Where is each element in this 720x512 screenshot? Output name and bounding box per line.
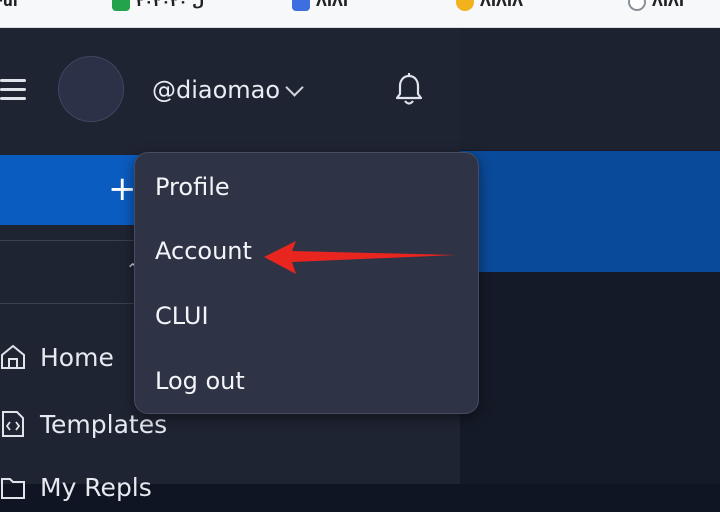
bookmark-label: Ful <box>0 0 18 10</box>
bookmark-item[interactable]: ل ٢٠٢٠٢٠ <box>112 0 204 11</box>
main-topbar <box>460 28 720 150</box>
bookmark-item[interactable]: ΛΙΛΙ <box>628 0 684 11</box>
bookmark-label: ΛΙΛΙ <box>316 0 349 10</box>
menu-item-account[interactable]: Account <box>155 237 252 265</box>
sidebar-item-home[interactable]: Home <box>0 332 114 382</box>
bookmark-favicon-icon <box>456 0 474 11</box>
username-label: @diaomao <box>152 76 281 104</box>
sidebar-item-label: Home <box>40 342 114 372</box>
plus-icon: + <box>108 169 137 209</box>
bookmark-label: ΛΙΛΙ <box>652 0 685 10</box>
chevron-down-icon <box>285 77 304 97</box>
bookmark-favicon-icon <box>292 0 310 11</box>
bookmark-label: ΛΙΛΙΛ <box>480 0 523 10</box>
user-dropdown-menu: Profile Account CLUI Log out <box>134 152 479 414</box>
menu-item-profile[interactable]: Profile <box>155 173 230 201</box>
avatar[interactable] <box>58 56 124 122</box>
hamburger-menu-icon[interactable] <box>0 77 28 103</box>
globe-icon <box>628 0 646 11</box>
menu-item-log-out[interactable]: Log out <box>155 367 245 395</box>
bookmark-item[interactable]: ΛΙΛΙΛ <box>456 0 523 11</box>
folder-icon <box>1 478 25 499</box>
bookmark-favicon-icon <box>112 0 130 11</box>
main-banner <box>460 151 720 272</box>
menu-item-clui[interactable]: CLUI <box>155 302 209 330</box>
home-icon <box>1 344 25 369</box>
sidebar-item-label: My Repls <box>40 472 152 502</box>
bell-icon[interactable] <box>393 72 425 108</box>
bookmark-label: ل ٢٠٢٠٢٠ <box>136 0 205 10</box>
user-menu-trigger[interactable]: @diaomao <box>152 76 304 104</box>
bookmarks-bar: Ful ل ٢٠٢٠٢٠ ΛΙΛΙ ΛΙΛΙΛ ΛΙΛΙ <box>0 0 720 28</box>
bookmark-item[interactable]: Ful <box>0 0 18 11</box>
bookmark-item[interactable]: ΛΙΛΙ <box>292 0 348 11</box>
sidebar-item-my-repls[interactable]: My Repls <box>0 462 152 512</box>
templates-icon <box>2 411 24 437</box>
